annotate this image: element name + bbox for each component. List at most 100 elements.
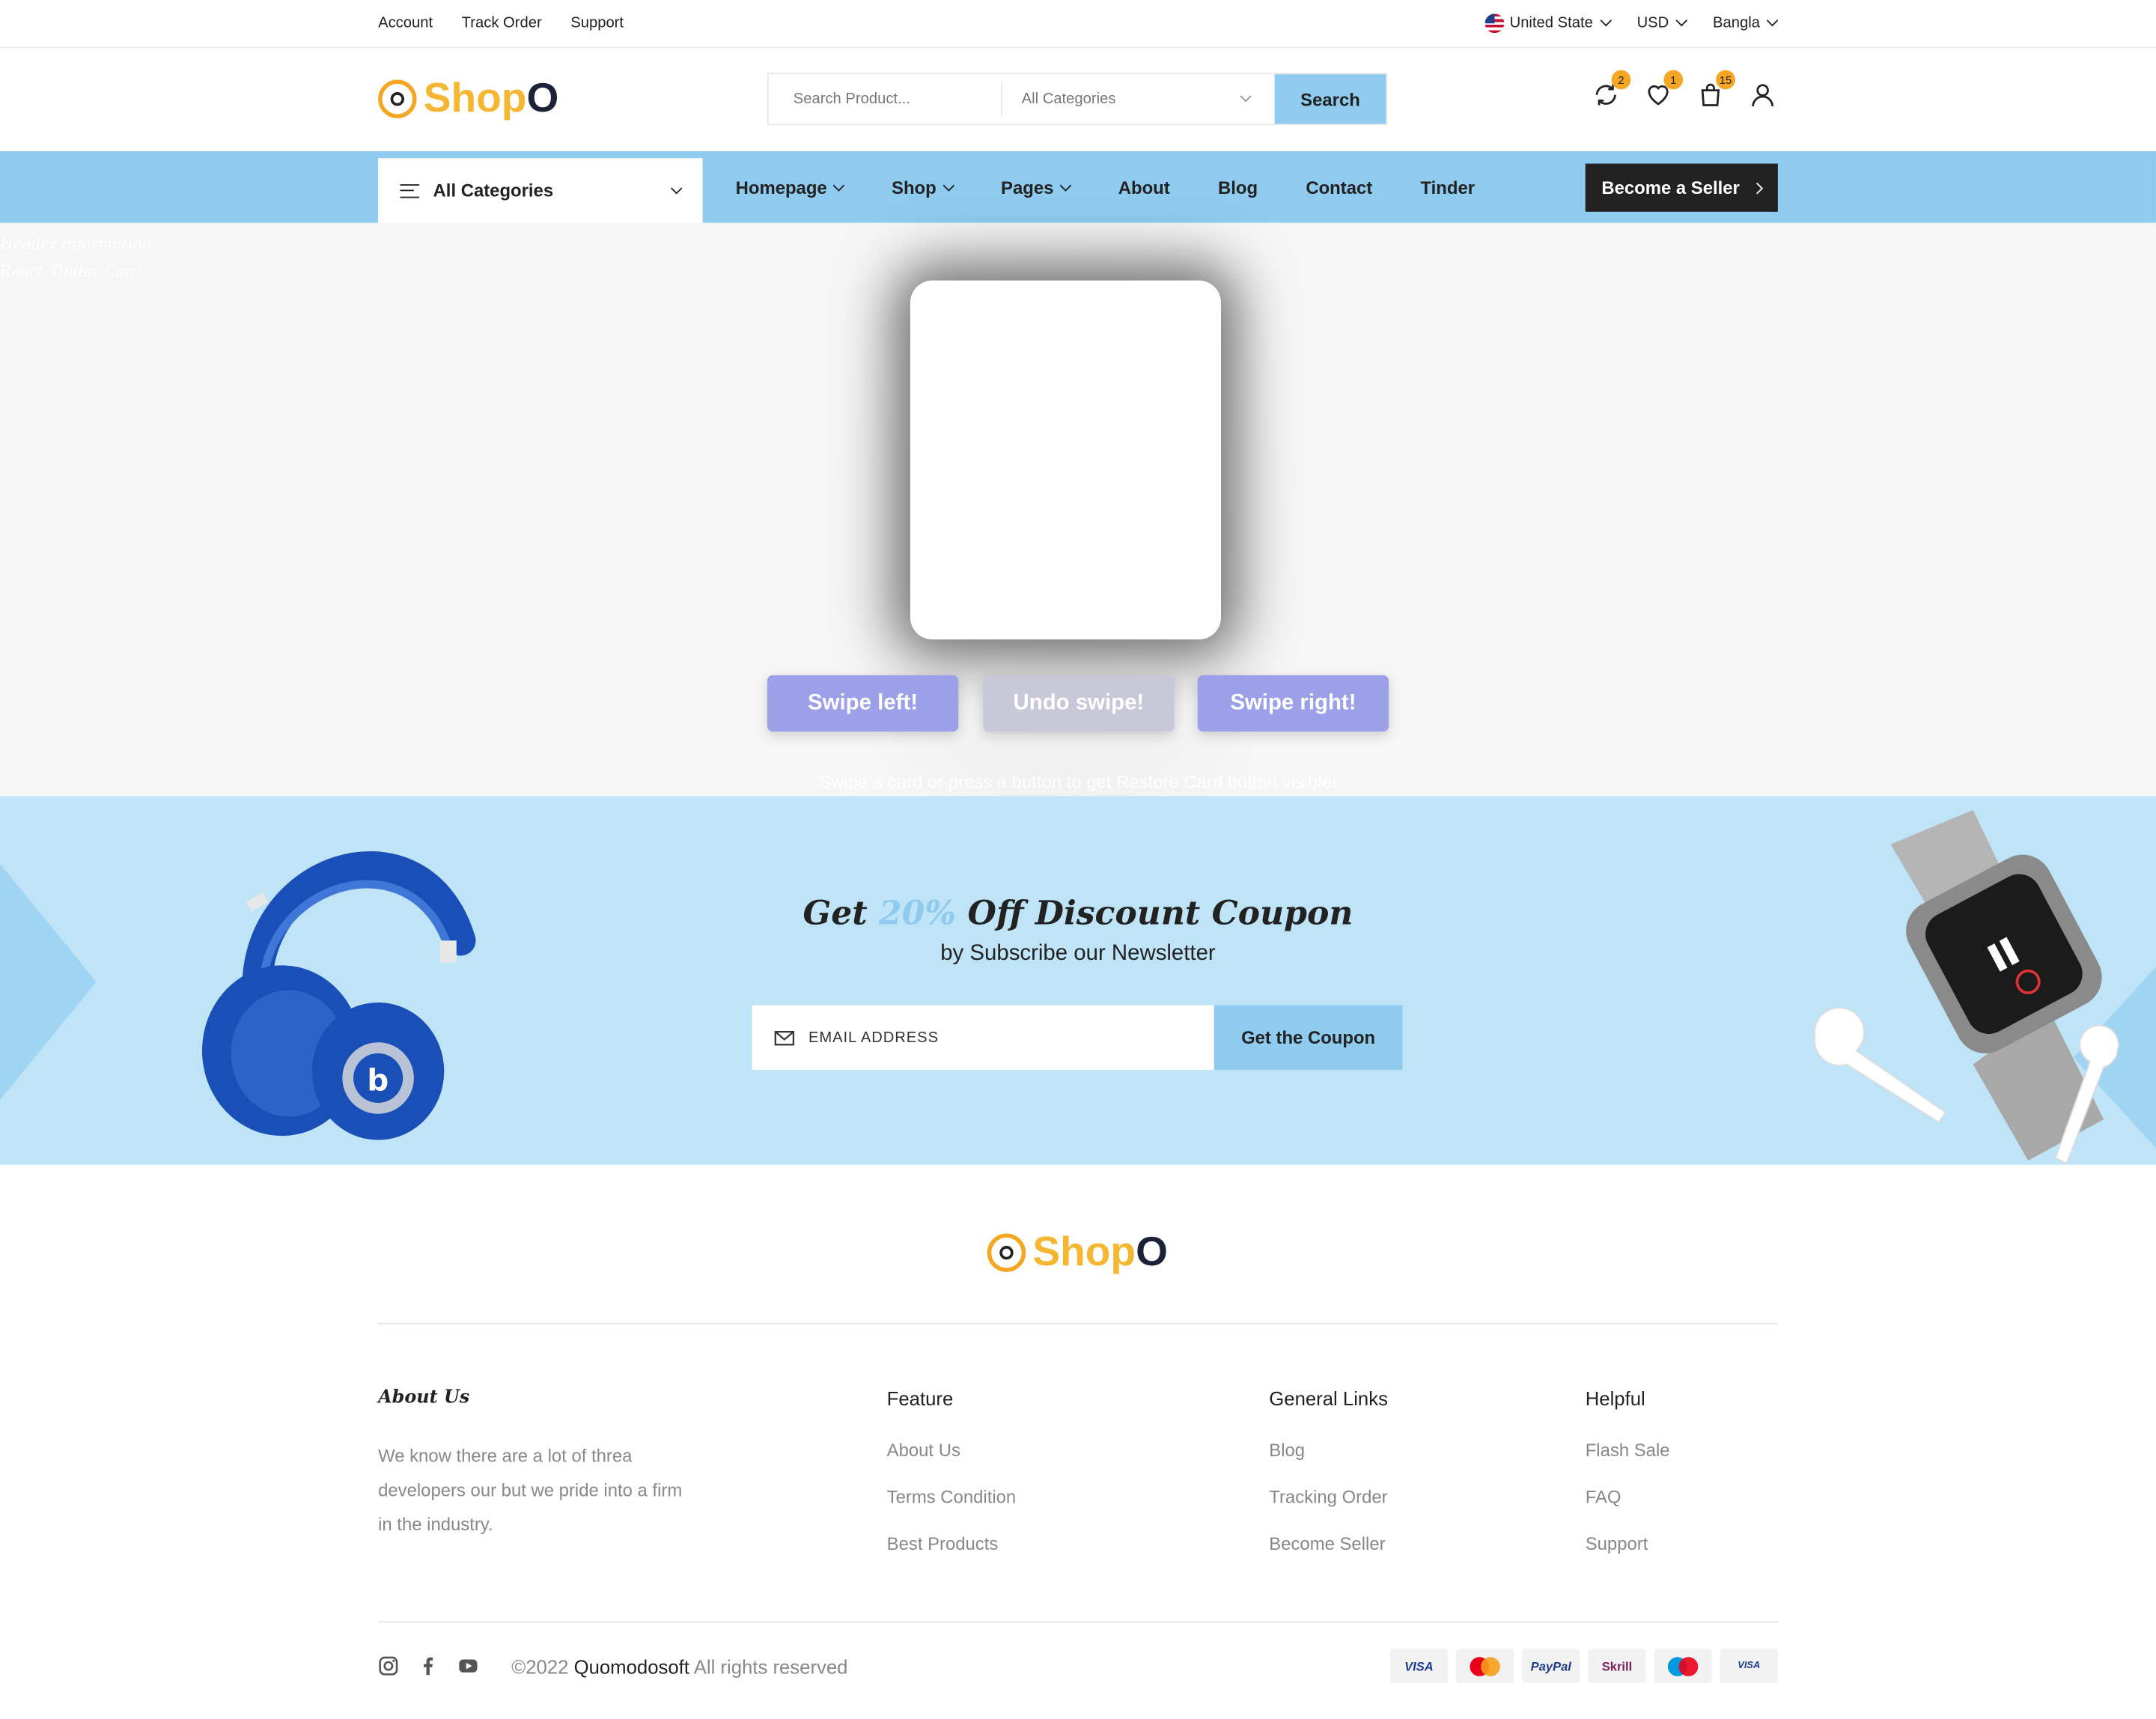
facebook-icon[interactable]	[418, 1655, 439, 1676]
all-categories-dropdown[interactable]: All Categories	[378, 158, 703, 223]
newsletter-subtitle: by Subscribe our Newsletter	[940, 942, 1216, 966]
track-order-link[interactable]: Track Order	[462, 15, 542, 31]
country-select[interactable]: United State	[1484, 13, 1612, 34]
newsletter-title-suffix: Off Discount Coupon	[967, 892, 1353, 933]
smartwatch-airpods-image	[1814, 809, 2119, 1165]
social-links: ©2022 Quomodosoft All rights reserved	[378, 1655, 848, 1677]
account-link[interactable]: Account	[378, 15, 433, 31]
tinder-card[interactable]	[910, 280, 1221, 640]
nav-item-homepage[interactable]: Homepage	[735, 177, 846, 198]
nav-item-about[interactable]: About	[1118, 177, 1170, 198]
maestro-icon	[1654, 1649, 1712, 1684]
footer-about: About Us We know there are a lot of thre…	[378, 1387, 687, 1542]
all-categories-label: All Categories	[433, 180, 554, 201]
get-coupon-button[interactable]: Get the Coupon	[1213, 1005, 1403, 1070]
wishlist-button[interactable]: 1	[1645, 70, 1684, 111]
cart-count-badge: 15	[1716, 70, 1735, 90]
visa-electron-icon: VISA	[1720, 1649, 1778, 1684]
footer-logo[interactable]: ShopO	[987, 1229, 1168, 1276]
footer-link[interactable]: Terms Condition	[887, 1486, 1017, 1507]
undo-swipe-button[interactable]: Undo swipe!	[983, 675, 1175, 732]
nav-item-label: Shop	[892, 177, 937, 198]
nav-item-label: Homepage	[735, 177, 827, 198]
newsletter-section: b Get 20% Off Discount Coupon by Subscri…	[0, 796, 2156, 1165]
footer-link[interactable]: FAQ	[1586, 1486, 1670, 1507]
swipe-left-button[interactable]: Swipe left!	[767, 675, 959, 732]
user-icon	[1752, 84, 1774, 107]
locale-selectors: United State USD Bangla	[1484, 13, 1779, 34]
nav-item-pages[interactable]: Pages	[1001, 177, 1072, 198]
footer-feature-title: Feature	[886, 1387, 954, 1410]
footer-link[interactable]: Support	[1586, 1533, 1670, 1554]
country-label: United State	[1509, 15, 1593, 32]
footer-general-links: General Links Blog Tracking Order Become…	[1269, 1387, 1388, 1580]
mastercard-icon	[1456, 1649, 1514, 1684]
logo-text-o: O	[526, 76, 559, 121]
nav-item-label: Pages	[1001, 177, 1054, 198]
nav-menu: Homepage Shop Pages About Blog Contact T…	[736, 177, 1475, 198]
nav-item-label: Contact	[1306, 177, 1373, 198]
nav-item-tinder[interactable]: Tinder	[1421, 177, 1476, 198]
footer-general-title: General Links	[1269, 1387, 1388, 1410]
swipe-hint-text: Swipe a card or press a button to get Re…	[819, 771, 1337, 792]
footer-link[interactable]: Flash Sale	[1586, 1440, 1670, 1461]
tinder-header-text: Header information React Tinder Card	[0, 231, 151, 286]
nav-item-blog[interactable]: Blog	[1218, 177, 1258, 198]
copyright-suffix: All rights reserved	[693, 1655, 848, 1677]
currency-select[interactable]: USD	[1637, 14, 1687, 31]
logo-mark-icon	[987, 1233, 1026, 1272]
headphones-image: b	[201, 851, 476, 1140]
newsletter-title: Get 20% Off Discount Coupon	[0, 892, 2156, 932]
chevron-right-icon	[1751, 181, 1764, 194]
header-icons: 2 1 15	[1592, 70, 1776, 111]
newsletter-title-percent: 20%	[878, 892, 957, 933]
chevron-down-icon	[833, 179, 846, 191]
footer-divider	[378, 1322, 1778, 1324]
footer-helpful-title: Helpful	[1585, 1387, 1645, 1410]
email-field[interactable]: EMAIL ADDRESS	[752, 1005, 1214, 1070]
footer-link[interactable]: Blog	[1269, 1440, 1388, 1461]
logo-text-o: O	[1136, 1229, 1168, 1275]
footer-about-title: About Us	[378, 1387, 470, 1408]
top-links: Account Track Order Support	[378, 15, 624, 31]
footer-link[interactable]: About Us	[887, 1440, 1017, 1461]
header: ShopO Search Product... All Categories S…	[0, 48, 2156, 151]
chevron-down-icon	[1675, 14, 1687, 27]
logo-mark-icon	[378, 79, 417, 118]
logo[interactable]: ShopO	[378, 76, 558, 122]
footer-divider	[378, 1621, 1778, 1623]
wishlist-count-badge: 1	[1663, 70, 1684, 90]
language-select[interactable]: Bangla	[1713, 14, 1779, 31]
chevron-down-icon	[1240, 90, 1252, 103]
nav-item-label: Tinder	[1420, 177, 1476, 198]
newsletter-form: EMAIL ADDRESS Get the Coupon	[752, 1005, 1403, 1070]
youtube-icon[interactable]	[458, 1655, 479, 1676]
compare-button[interactable]: 2	[1592, 70, 1631, 111]
nav-item-label: Blog	[1218, 177, 1258, 198]
chevron-down-icon	[670, 181, 683, 194]
footer-link[interactable]: Best Products	[887, 1533, 1017, 1554]
become-seller-button[interactable]: Become a Seller	[1585, 163, 1778, 212]
paypal-icon: PayPal	[1522, 1649, 1580, 1684]
menu-icon	[400, 183, 420, 198]
search-category-select[interactable]: All Categories	[1002, 74, 1275, 124]
skrill-icon: Skrill	[1588, 1649, 1646, 1684]
swipe-right-button[interactable]: Swipe right!	[1197, 675, 1389, 732]
copyright-company: Quomodosoft	[573, 1655, 689, 1677]
visa-icon: VISA	[1389, 1649, 1449, 1684]
search-button[interactable]: Search	[1274, 74, 1386, 124]
cart-button[interactable]: 15	[1696, 70, 1735, 111]
nav-item-contact[interactable]: Contact	[1306, 177, 1372, 198]
footer-feature: Feature About Us Terms Condition Best Pr…	[887, 1387, 1017, 1580]
footer-link[interactable]: Tracking Order	[1269, 1486, 1388, 1507]
footer-helpful: Helpful Flash Sale FAQ Support	[1586, 1387, 1670, 1580]
become-seller-label: Become a Seller	[1601, 177, 1740, 198]
nav-item-shop[interactable]: Shop	[892, 177, 955, 198]
support-link[interactable]: Support	[570, 15, 624, 31]
instagram-icon[interactable]	[378, 1655, 399, 1676]
decorative-triangle	[0, 796, 97, 1165]
search-input[interactable]: Search Product...	[769, 82, 1002, 116]
footer-link[interactable]: Become Seller	[1269, 1533, 1388, 1554]
nav-item-label: About	[1118, 177, 1170, 198]
account-button[interactable]	[1749, 81, 1776, 111]
